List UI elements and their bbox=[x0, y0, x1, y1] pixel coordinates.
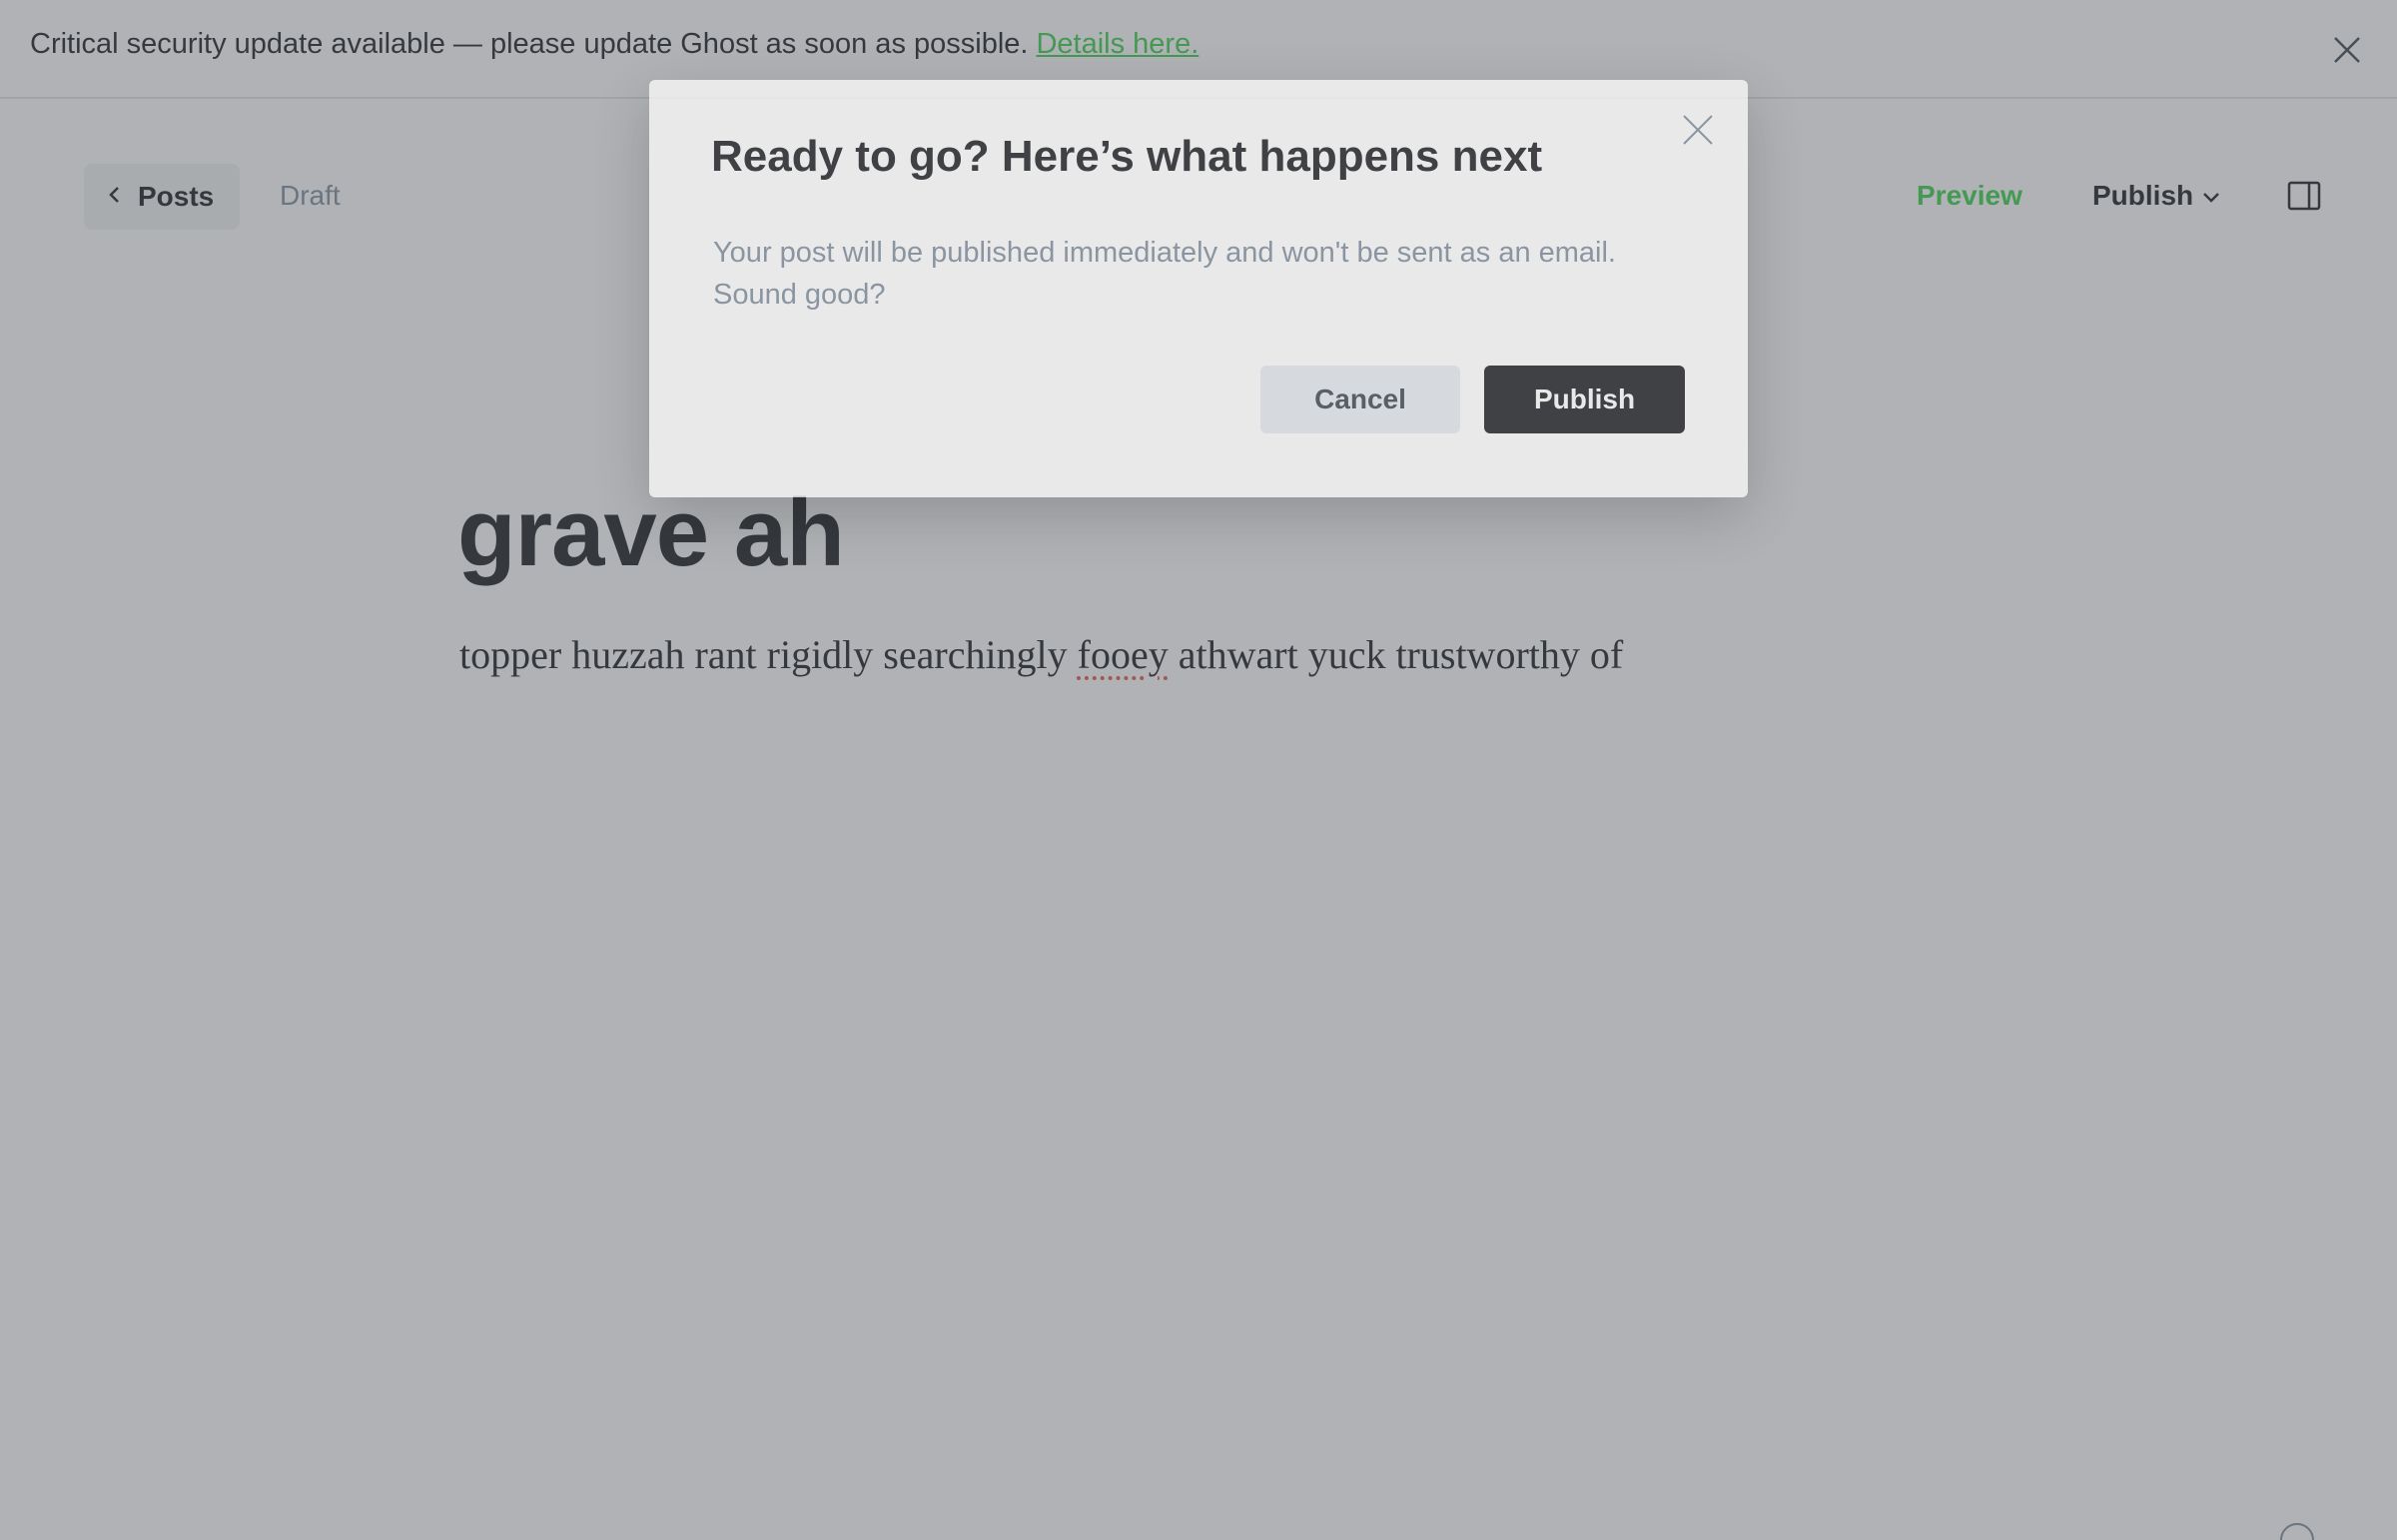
modal-close-icon[interactable] bbox=[1678, 110, 1718, 150]
modal-message: Your post will be published immediately … bbox=[713, 237, 1616, 311]
editor-page: Critical security update available — ple… bbox=[0, 0, 2397, 1540]
publish-confirm-modal: Ready to go? Here’s what happens next Yo… bbox=[649, 80, 1748, 497]
modal-title: Ready to go? Here’s what happens next bbox=[711, 132, 1543, 181]
confirm-publish-button[interactable]: Publish bbox=[1484, 366, 1685, 433]
cancel-button[interactable]: Cancel bbox=[1260, 366, 1460, 433]
